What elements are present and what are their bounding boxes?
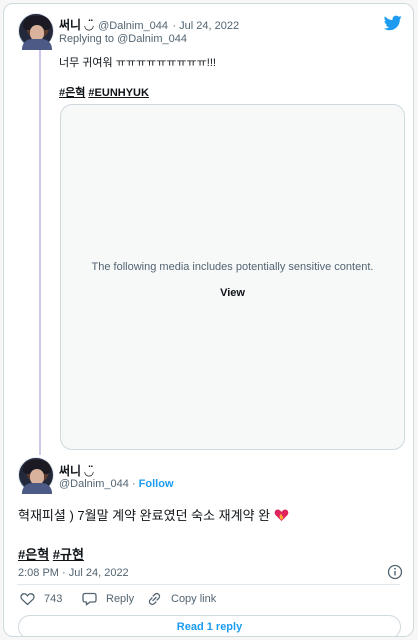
twitter-bird-icon[interactable] xyxy=(384,15,402,31)
follow-button[interactable]: Follow xyxy=(139,478,174,490)
sensitive-content-warning: The following media includes potentially… xyxy=(91,261,374,273)
copy-link-button[interactable]: Copy link xyxy=(147,592,216,606)
hashtag[interactable]: #은혁 xyxy=(59,87,85,99)
avatar[interactable] xyxy=(18,457,54,494)
hashtag[interactable]: #규현 xyxy=(53,547,84,562)
reply-label: Reply xyxy=(106,593,135,605)
thread-connector xyxy=(39,50,41,455)
user-handle[interactable]: @Dalnim_044 xyxy=(59,478,129,490)
copy-link-label: Copy link xyxy=(171,593,217,605)
sensitive-media-placeholder[interactable]: The following media includes potentially… xyxy=(60,104,405,450)
divider xyxy=(17,584,400,585)
hashtag[interactable]: #은혁 xyxy=(18,547,49,562)
read-replies-button[interactable]: Read 1 reply xyxy=(18,615,401,636)
tweet-card: 써니 ◡̈ @Dalnim_044 · Jul 24, 2022 Replyin… xyxy=(3,3,414,637)
tweet-date[interactable]: · Jul 24, 2022 xyxy=(172,20,239,32)
like-button[interactable]: 743 xyxy=(20,592,62,606)
heart-icon xyxy=(20,593,35,606)
heart-on-fire-emoji xyxy=(274,508,289,522)
tweet-text: 혁재피셜 ) 7월말 계약 완료였던 숙소 재계약 완 xyxy=(18,508,271,523)
reply-icon xyxy=(82,592,97,606)
display-name[interactable]: 써니 ◡̈ xyxy=(59,18,94,32)
view-media-button[interactable]: View xyxy=(61,287,404,299)
reply-button[interactable]: Reply xyxy=(82,592,134,606)
tweet-timestamp[interactable]: 2:08 PM · Jul 24, 2022 xyxy=(18,567,129,579)
display-name[interactable]: 써니 ◡̈ xyxy=(59,462,94,479)
link-icon xyxy=(148,592,161,606)
user-handle[interactable]: @Dalnim_044 xyxy=(98,20,168,32)
hashtag[interactable]: #EUNHYUK xyxy=(88,87,149,99)
info-icon[interactable] xyxy=(387,564,403,580)
avatar[interactable] xyxy=(18,13,54,50)
like-count: 743 xyxy=(44,593,63,605)
replying-to[interactable]: Replying to @Dalnim_044 xyxy=(59,33,187,45)
tweet-text: 너무 귀여워 ㅠㅠㅠㅠㅠㅠㅠㅠㅠ!!! xyxy=(59,57,216,69)
